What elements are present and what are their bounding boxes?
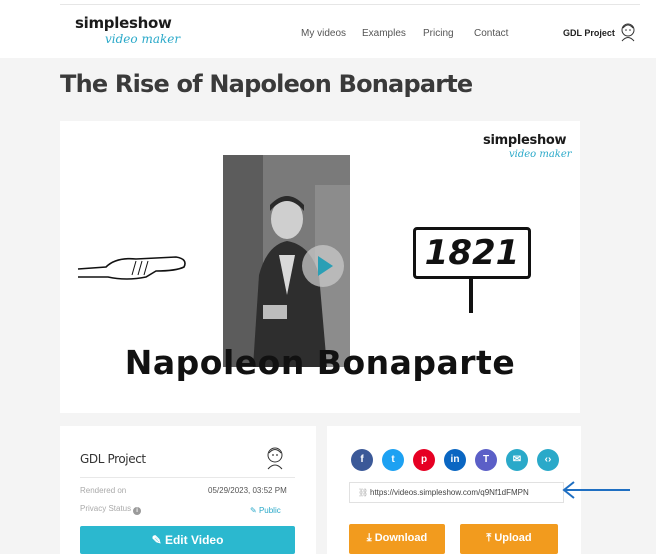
privacy-status-value: Public: [258, 506, 281, 515]
nav-project-name[interactable]: GDL Project: [563, 28, 615, 38]
year-sign: 1821: [413, 227, 531, 313]
upload-button[interactable]: ⤒ Upload: [460, 524, 558, 554]
info-divider: [80, 477, 295, 478]
pinterest-icon[interactable]: p: [413, 449, 435, 471]
play-button[interactable]: [302, 245, 344, 287]
rendered-on-value: 05/29/2023, 03:52 PM: [208, 486, 287, 495]
year-sign-post: [469, 279, 473, 313]
nav-examples[interactable]: Examples: [362, 28, 406, 39]
info-project-name: GDL Project: [80, 452, 146, 466]
download-icon: ⤓: [366, 532, 372, 544]
nav-my-videos[interactable]: My videos: [301, 28, 346, 39]
header-divider: [60, 4, 640, 5]
share-card: f t p in T ✉ ‹› ⛓ ⤓ Download ⤒ Upload: [327, 426, 581, 554]
pencil-icon: ✎: [250, 506, 257, 515]
video-logo-sub: video maker: [509, 149, 572, 160]
privacy-public-toggle[interactable]: ✎ Public: [250, 506, 281, 515]
video-player[interactable]: simpleshow video maker 1821 Napoleon Bon…: [60, 121, 580, 413]
top-header: simpleshow video maker My videos Example…: [0, 0, 656, 58]
privacy-status-label-wrap: Privacy Status i: [80, 504, 142, 515]
annotation-arrow-icon: [562, 481, 630, 499]
share-url-input[interactable]: [370, 485, 560, 500]
logo-main-text: simpleshow: [75, 14, 172, 32]
user-avatar-icon[interactable]: [619, 22, 637, 42]
video-caption: Napoleon Bonaparte: [124, 343, 516, 382]
link-icon: ⛓: [358, 488, 369, 497]
simpleshow-logo[interactable]: simpleshow video maker: [75, 14, 185, 50]
share-url-field[interactable]: ⛓: [349, 482, 564, 503]
email-icon[interactable]: ✉: [506, 449, 528, 471]
embed-icon[interactable]: ‹›: [537, 449, 559, 471]
linkedin-icon[interactable]: in: [444, 449, 466, 471]
video-logo-main: simpleshow: [483, 133, 567, 148]
video-watermark-logo: simpleshow video maker: [483, 133, 573, 167]
twitter-icon[interactable]: t: [382, 449, 404, 471]
video-info-card: GDL Project Rendered on 05/29/2023, 03:5…: [60, 426, 316, 554]
year-sign-text: 1821: [424, 233, 520, 273]
page-title: The Rise of Napoleon Bonaparte: [60, 70, 473, 98]
teams-icon[interactable]: T: [475, 449, 497, 471]
privacy-status-label: Privacy Status: [80, 504, 132, 513]
download-button[interactable]: ⤓ Download: [349, 524, 445, 554]
info-icon[interactable]: i: [133, 507, 142, 515]
rendered-on-label: Rendered on: [80, 486, 127, 495]
pencil-icon: ✎: [151, 533, 162, 547]
edit-video-label: Edit Video: [164, 533, 224, 547]
upload-label: Upload: [494, 532, 532, 544]
upload-icon: ⤒: [486, 532, 492, 544]
project-avatar-icon: [267, 447, 283, 470]
facebook-icon[interactable]: f: [351, 449, 373, 471]
nav-contact[interactable]: Contact: [474, 28, 508, 39]
download-label: Download: [374, 532, 428, 544]
logo-sub-text: video maker: [105, 32, 181, 46]
hand-drawing: [77, 256, 186, 280]
edit-video-button[interactable]: ✎ Edit Video: [80, 526, 295, 554]
nav-pricing[interactable]: Pricing: [423, 28, 454, 39]
